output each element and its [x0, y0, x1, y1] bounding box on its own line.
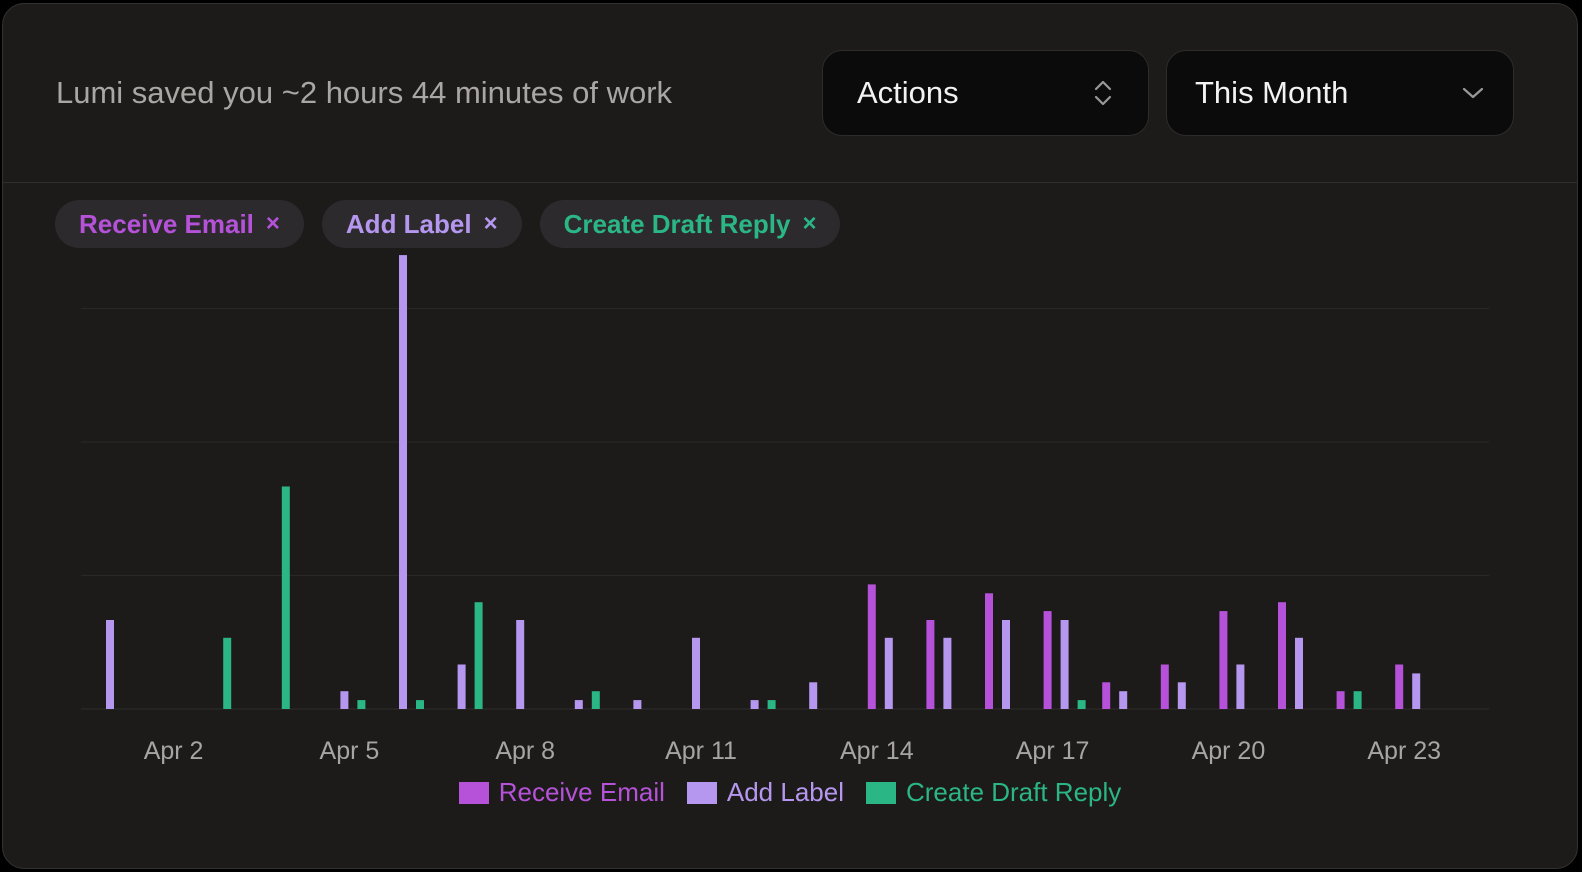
bar-create-draft-reply[interactable] — [474, 602, 483, 709]
bar-add-label[interactable] — [1236, 664, 1245, 710]
bar-create-draft-reply[interactable] — [357, 700, 366, 709]
bar-add-label[interactable] — [1177, 682, 1186, 709]
legend-label: Receive Email — [498, 777, 665, 807]
bar-receive-email[interactable] — [1336, 691, 1345, 709]
legend-swatch — [458, 781, 489, 804]
legend-item-add-label[interactable]: Add Label — [686, 777, 844, 808]
bar-create-draft-reply[interactable] — [223, 637, 232, 709]
bar-receive-email[interactable] — [867, 584, 876, 709]
x-tick-label: Apr 8 — [495, 737, 555, 765]
bar-add-label[interactable] — [750, 700, 759, 709]
bar-add-label[interactable] — [340, 691, 349, 709]
bar-add-label[interactable] — [943, 637, 952, 709]
bar-add-label[interactable] — [809, 682, 818, 709]
bar-receive-email[interactable] — [926, 620, 935, 709]
bar-add-label[interactable] — [106, 620, 114, 709]
x-tick-label: Apr 14 — [840, 737, 914, 765]
bar-receive-email[interactable] — [1102, 682, 1111, 709]
actions-bar-chart: Apr 2 Apr 5 Apr 8 Apr 11 Apr 14 Apr 17 Apr 20 A… — [81, 255, 1489, 765]
bar-add-label[interactable] — [1295, 637, 1303, 709]
bar-add-label[interactable] — [1119, 691, 1128, 709]
x-tick-label: Apr 17 — [1016, 737, 1090, 765]
bar-create-draft-reply[interactable] — [1353, 691, 1362, 709]
bar-add-label[interactable] — [516, 620, 525, 709]
bar-receive-email[interactable] — [1395, 664, 1404, 710]
bar-add-label[interactable] — [692, 637, 700, 709]
legend-label: Create Draft Reply — [905, 777, 1122, 807]
bar-create-draft-reply[interactable] — [591, 691, 600, 709]
bar-add-label[interactable] — [574, 700, 583, 709]
x-tick-label: Apr 5 — [320, 737, 380, 765]
bar-receive-email[interactable] — [1278, 602, 1286, 709]
bar-add-label[interactable] — [1060, 620, 1069, 709]
x-tick-label: Apr 2 — [144, 737, 204, 765]
bar-receive-email[interactable] — [985, 593, 993, 709]
x-tick-label: Apr 11 — [665, 737, 737, 765]
x-tick-label: Apr 23 — [1367, 737, 1441, 765]
legend-swatch — [865, 781, 896, 804]
bar-create-draft-reply[interactable] — [281, 486, 290, 710]
bar-create-draft-reply[interactable] — [767, 700, 776, 709]
x-tick-label: Apr 20 — [1192, 737, 1266, 765]
bar-create-draft-reply[interactable] — [416, 700, 424, 709]
bar-receive-email[interactable] — [1219, 611, 1228, 709]
legend-label: Add Label — [726, 777, 844, 807]
bar-receive-email[interactable] — [1043, 611, 1052, 709]
bar-add-label[interactable] — [884, 637, 893, 709]
bar-add-label[interactable] — [1002, 620, 1010, 709]
legend-item-receive-email[interactable]: Receive Email — [458, 777, 665, 808]
bar-receive-email[interactable] — [1160, 664, 1169, 710]
analytics-card: Lumi saved you ~2 hours 44 minutes of wo… — [2, 3, 1578, 869]
bar-add-label[interactable] — [633, 700, 642, 709]
bar-add-label[interactable] — [399, 255, 407, 709]
bar-add-label[interactable] — [1412, 673, 1421, 709]
legend-item-create-draft-reply[interactable]: Create Draft Reply — [865, 777, 1122, 808]
bar-add-label[interactable] — [457, 664, 466, 710]
bar-create-draft-reply[interactable] — [1077, 700, 1086, 709]
legend-swatch — [686, 781, 717, 804]
chart-legend: Receive Email Add Label Create Draft Rep… — [3, 777, 1577, 808]
